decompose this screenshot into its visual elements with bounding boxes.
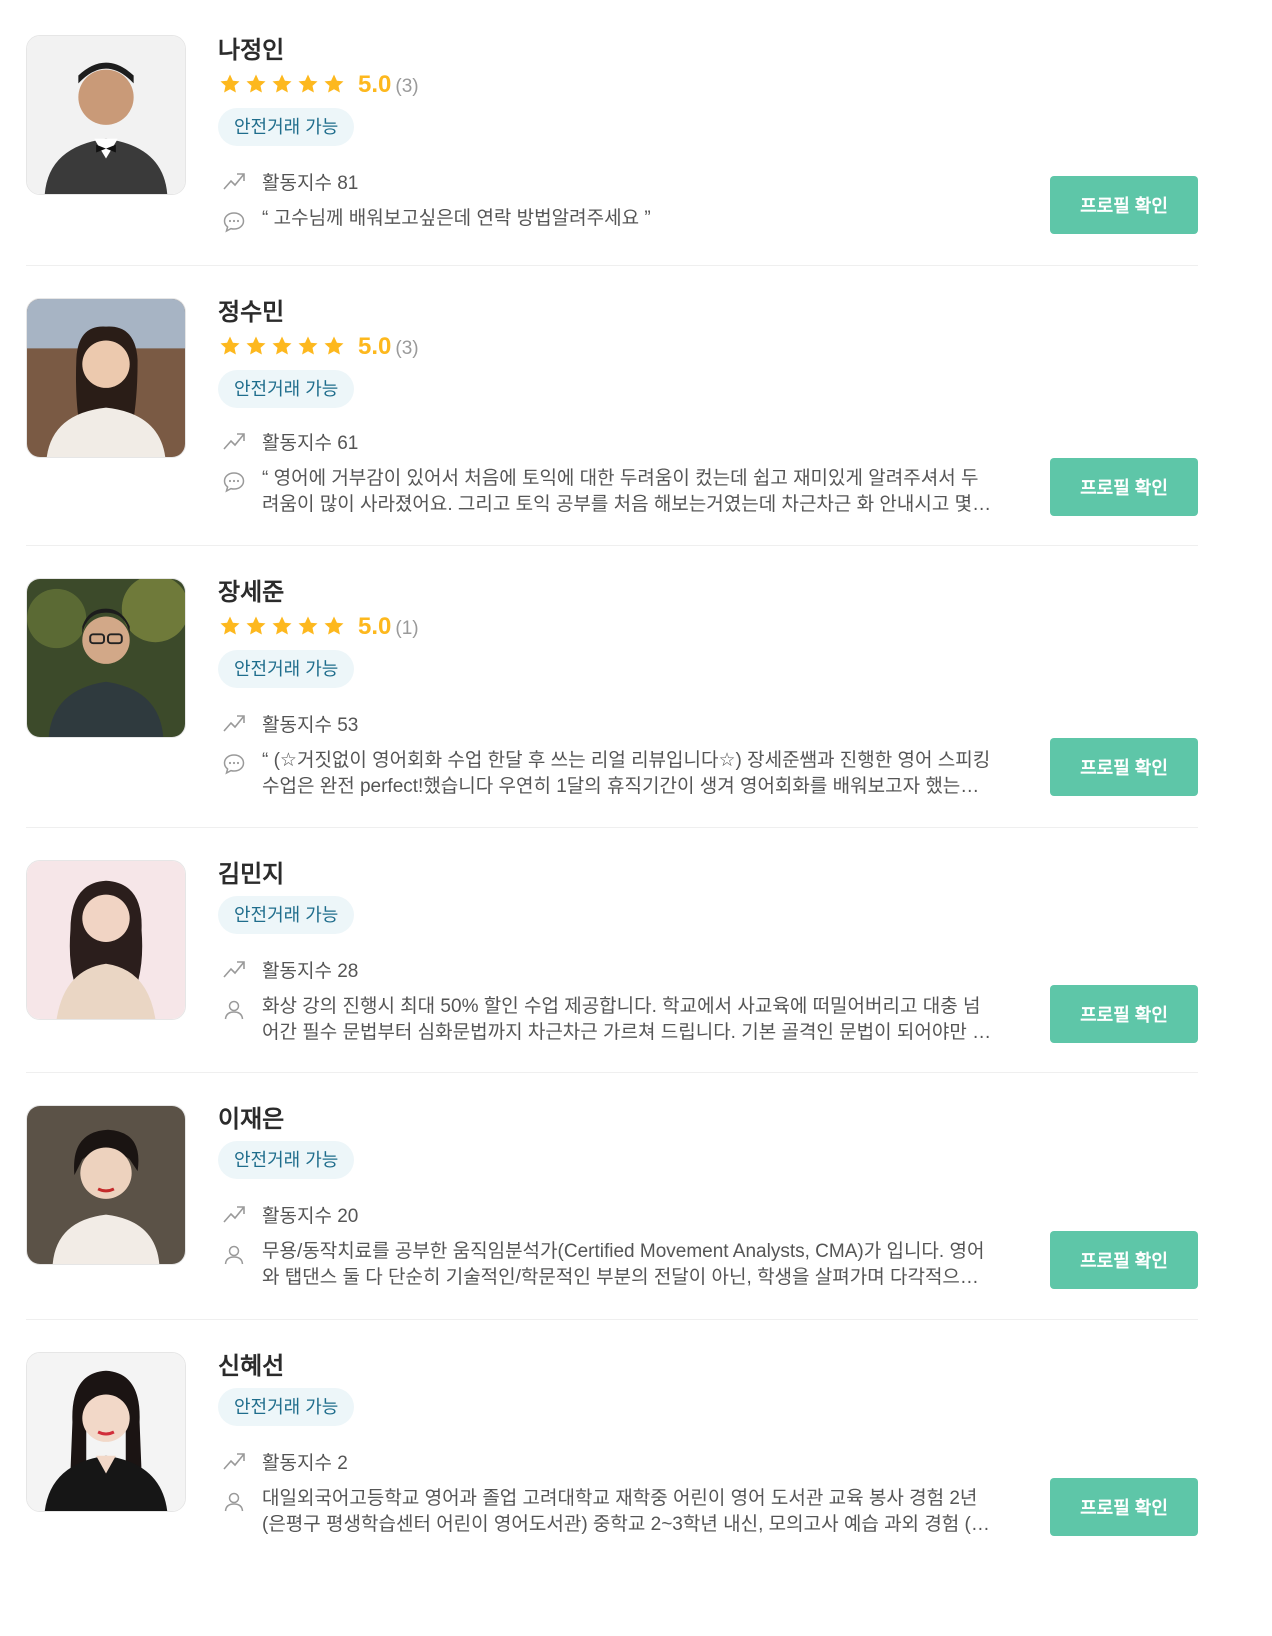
profile-row: 정수민 5.0 (3) 안전거래 가능 활동지수 61 “ 영어에 거부감이 있… — [26, 266, 1198, 546]
trending-up-icon — [223, 961, 245, 978]
star-icon — [322, 72, 348, 98]
star-icon — [270, 334, 296, 360]
profile-name[interactable]: 김민지 — [218, 860, 998, 890]
speech-bubble-icon — [223, 212, 245, 233]
review-text: “ (☆거짓없이 영어회화 수업 한달 후 쓰는 리얼 리뷰입니다☆) 장세준쌤… — [262, 750, 991, 797]
star-icon — [244, 334, 270, 360]
rating: 5.0 (1) — [218, 610, 998, 644]
star-icon — [270, 614, 296, 640]
profile-info: 김민지 안전거래 가능 활동지수 28 화상 강의 진행시 최대 50% 할인 … — [218, 860, 998, 1046]
avatar[interactable] — [26, 1352, 186, 1512]
rating-score: 5.0 — [358, 613, 392, 640]
star-icon — [244, 614, 270, 640]
avatar[interactable] — [26, 35, 186, 195]
activity-text: 활동지수 53 — [262, 714, 359, 736]
speech-bubble-icon — [223, 472, 245, 493]
star-icon — [322, 334, 348, 360]
profile-row: 김민지 안전거래 가능 활동지수 28 화상 강의 진행시 최대 50% 할인 … — [26, 828, 1198, 1073]
profile-name[interactable]: 이재은 — [218, 1105, 998, 1135]
star-icon — [296, 614, 322, 640]
trending-up-icon — [223, 1453, 245, 1470]
avatar[interactable] — [26, 578, 186, 738]
trending-up-icon — [223, 1206, 245, 1223]
rating: 5.0 (3) — [218, 330, 998, 364]
safe-deal-badge: 안전거래 가능 — [218, 108, 355, 146]
avatar[interactable] — [26, 298, 186, 458]
view-profile-button[interactable]: 프로필 확인 — [1050, 176, 1198, 234]
review-snippet: “ (☆거짓없이 영어회화 수업 한달 후 쓰는 리얼 리뷰입니다☆) 장세준쌤… — [218, 748, 998, 800]
profile-info: 신혜선 안전거래 가능 활동지수 2 대일외국어고등학교 영어과 졸업 고려대학… — [218, 1352, 998, 1538]
rating-score: 5.0 — [358, 333, 392, 360]
intro-snippet: 무용/동작치료를 공부한 움직임분석가(Certified Movement A… — [218, 1239, 998, 1291]
speech-bubble-icon — [223, 754, 245, 775]
avatar[interactable] — [26, 1105, 186, 1265]
view-profile-button[interactable]: 프로필 확인 — [1050, 738, 1198, 796]
view-profile-button[interactable]: 프로필 확인 — [1050, 1231, 1198, 1289]
profile-row: 장세준 5.0 (1) 안전거래 가능 활동지수 53 “ (☆거짓없이 영어회… — [26, 546, 1198, 828]
review-count: (3) — [395, 76, 419, 97]
profile-info: 장세준 5.0 (1) 안전거래 가능 활동지수 53 “ (☆거짓없이 영어회… — [218, 578, 998, 800]
intro-snippet: 화상 강의 진행시 최대 50% 할인 수업 제공합니다. 학교에서 사교육에 … — [218, 994, 998, 1046]
review-text: “ 영어에 거부감이 있어서 처음에 토익에 대한 두려움이 컸는데 쉽고 재미… — [262, 468, 990, 515]
review-count: (3) — [395, 338, 419, 359]
review-count: (1) — [395, 618, 419, 639]
activity-text: 활동지수 20 — [262, 1205, 359, 1227]
view-profile-button[interactable]: 프로필 확인 — [1050, 985, 1198, 1043]
avatar[interactable] — [26, 860, 186, 1020]
star-icon — [270, 72, 296, 98]
safe-deal-badge: 안전거래 가능 — [218, 1141, 355, 1179]
activity-text: 활동지수 2 — [262, 1452, 348, 1474]
profile-name[interactable]: 장세준 — [218, 578, 998, 608]
person-icon — [224, 1492, 244, 1512]
profile-info: 이재은 안전거래 가능 활동지수 20 무용/동작치료를 공부한 움직임분석가(… — [218, 1105, 998, 1291]
rating: 5.0 (3) — [218, 68, 998, 102]
trending-up-icon — [223, 715, 245, 732]
review-text: “ 고수님께 배워보고싶은데 연락 방법알려주세요 ” — [262, 208, 651, 229]
activity-index: 활동지수 2 — [218, 1446, 998, 1476]
profile-name[interactable]: 나정인 — [218, 36, 998, 66]
activity-index: 활동지수 61 — [218, 426, 998, 456]
intro-text: 화상 강의 진행시 최대 50% 할인 수업 제공합니다. 학교에서 사교육에 … — [262, 996, 990, 1043]
review-snippet: “ 고수님께 배워보고싶은데 연락 방법알려주세요 ” — [218, 206, 998, 234]
profile-row: 신혜선 안전거래 가능 활동지수 2 대일외국어고등학교 영어과 졸업 고려대학… — [26, 1320, 1198, 1636]
star-icon — [244, 72, 270, 98]
star-icon — [322, 614, 348, 640]
star-rating — [218, 334, 348, 360]
activity-text: 활동지수 28 — [262, 960, 359, 982]
profile-row: 이재은 안전거래 가능 활동지수 20 무용/동작치료를 공부한 움직임분석가(… — [26, 1073, 1198, 1320]
star-icon — [218, 72, 244, 98]
trending-up-icon — [223, 433, 245, 450]
intro-snippet: 대일외국어고등학교 영어과 졸업 고려대학교 재학중 어린이 영어 도서관 교육… — [218, 1486, 998, 1538]
intro-text: 무용/동작치료를 공부한 움직임분석가(Certified Movement A… — [262, 1241, 985, 1288]
activity-index: 활동지수 53 — [218, 708, 998, 738]
profile-info: 정수민 5.0 (3) 안전거래 가능 활동지수 61 “ 영어에 거부감이 있… — [218, 298, 998, 518]
review-snippet: “ 영어에 거부감이 있어서 처음에 토익에 대한 두려움이 컸는데 쉽고 재미… — [218, 466, 998, 518]
star-icon — [218, 614, 244, 640]
rating-score: 5.0 — [358, 71, 392, 98]
person-icon — [224, 1245, 244, 1265]
profile-row: 나정인 5.0 (3) 안전거래 가능 활동지수 81 “ 고수님께 배워보고싶… — [26, 0, 1198, 266]
star-icon — [296, 334, 322, 360]
profile-name[interactable]: 정수민 — [218, 298, 998, 328]
activity-text: 활동지수 61 — [262, 432, 359, 454]
safe-deal-badge: 안전거래 가능 — [218, 1388, 355, 1426]
star-icon — [296, 72, 322, 98]
profile-name[interactable]: 신혜선 — [218, 1352, 998, 1382]
safe-deal-badge: 안전거래 가능 — [218, 650, 355, 688]
star-icon — [218, 334, 244, 360]
star-rating — [218, 614, 348, 640]
safe-deal-badge: 안전거래 가능 — [218, 896, 355, 934]
profile-info: 나정인 5.0 (3) 안전거래 가능 활동지수 81 “ 고수님께 배워보고싶… — [218, 36, 998, 234]
activity-index: 활동지수 28 — [218, 954, 998, 984]
activity-index: 활동지수 81 — [218, 166, 998, 196]
trending-up-icon — [223, 173, 245, 190]
activity-index: 활동지수 20 — [218, 1199, 998, 1229]
view-profile-button[interactable]: 프로필 확인 — [1050, 458, 1198, 516]
intro-text: 대일외국어고등학교 영어과 졸업 고려대학교 재학중 어린이 영어 도서관 교육… — [262, 1488, 992, 1535]
star-rating — [218, 72, 348, 98]
activity-text: 활동지수 81 — [262, 172, 359, 194]
person-icon — [224, 1000, 244, 1020]
view-profile-button[interactable]: 프로필 확인 — [1050, 1478, 1198, 1536]
safe-deal-badge: 안전거래 가능 — [218, 370, 355, 408]
